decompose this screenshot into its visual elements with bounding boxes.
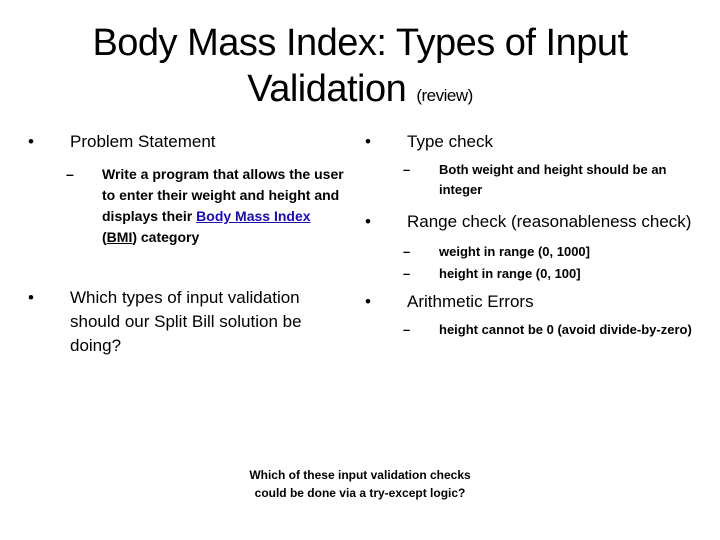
sub-bullet: – Both weight and height should be an in… [365, 160, 695, 200]
title-line-2: Validation (review) [0, 66, 720, 119]
sub-bullet: – weight in range (0, 1000] [365, 242, 695, 262]
bmi-link[interactable]: Body Mass Index [196, 208, 310, 224]
title-suffix: (review) [416, 86, 473, 105]
sub-bullet-problem: – Write a program that allows the user t… [28, 164, 348, 248]
bullet-text: Which types of input validation should o… [70, 288, 302, 355]
slide-title: Body Mass Index: Types of Input Validati… [0, 20, 720, 119]
bullet-icon: • [365, 212, 371, 231]
note-line-1: Which of these input validation checks [249, 468, 471, 482]
bullet-type-check: • Type check [365, 130, 695, 154]
title-line-1: Body Mass Index: Types of Input [92, 22, 628, 64]
dash-icon: – [403, 266, 411, 281]
dash-icon: – [403, 162, 411, 177]
bullet-question: • Which types of input validation should… [28, 286, 348, 358]
sub-text: weight in range (0, 1000] [439, 244, 590, 259]
note-line-2: could be done via a try-except logic? [254, 486, 466, 500]
right-column: • Type check – Both weight and height sh… [365, 130, 695, 340]
bmi-abbr: BMI [106, 229, 133, 245]
bullet-text: Range check (reasonableness check) [407, 212, 692, 231]
bullet-icon: • [365, 292, 371, 311]
bullet-text: Problem Statement [70, 132, 216, 151]
bullet-text: Arithmetic Errors [407, 292, 534, 311]
bullet-icon: • [28, 132, 34, 151]
bullet-arithmetic-errors: • Arithmetic Errors [365, 290, 695, 314]
footer-question: Which of these input validation checks c… [200, 466, 520, 502]
bullet-icon: • [365, 132, 371, 151]
problem-text-end: ) category [132, 229, 200, 245]
sub-bullet: – height in range (0, 100] [365, 264, 695, 284]
title-main: Validation [247, 68, 407, 110]
sub-text: height in range (0, 100] [439, 266, 581, 281]
dash-icon: – [66, 166, 74, 182]
left-column: • Problem Statement – Write a program th… [28, 130, 348, 358]
bullet-problem-statement: • Problem Statement [28, 130, 348, 154]
dash-icon: – [403, 244, 411, 259]
sub-text: height cannot be 0 (avoid divide-by-zero… [439, 322, 692, 337]
sub-bullet: – height cannot be 0 (avoid divide-by-ze… [365, 320, 695, 340]
dash-icon: – [403, 322, 411, 337]
sub-text: Both weight and height should be an inte… [439, 162, 667, 197]
bullet-icon: • [28, 288, 34, 307]
bullet-text: Type check [407, 132, 493, 151]
bullet-range-check: • Range check (reasonableness check) [365, 210, 695, 234]
